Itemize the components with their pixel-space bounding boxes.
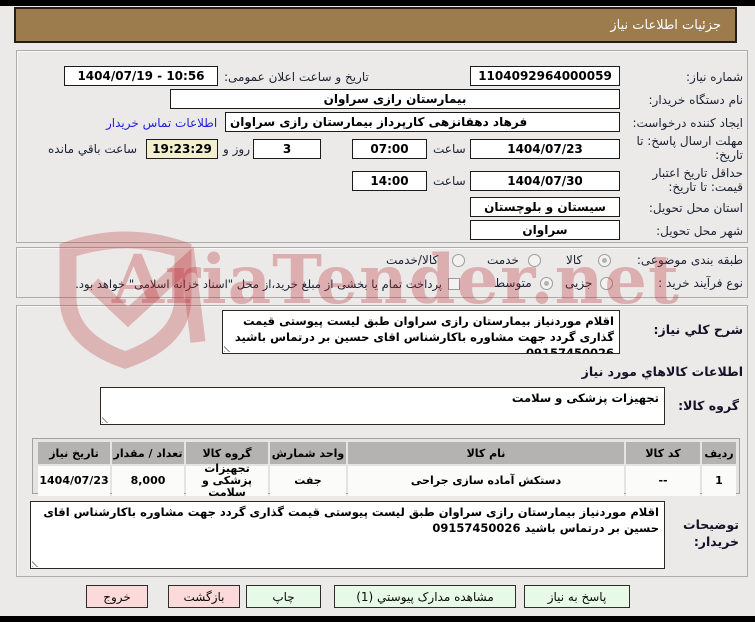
goods-group-text: تجهیزات پزشکی و سلامت [511, 391, 659, 405]
resize-handle-icon[interactable] [32, 558, 41, 567]
cell-group: تجهیزات پزشکی و سلامت [186, 463, 268, 499]
col-header-item-name: نام کالا [348, 442, 624, 464]
col-header-unit: واحد شمارش [270, 442, 346, 464]
province-label: استان محل تحویل: [648, 201, 743, 215]
buyer-notes-text: اقلام موردنیاز بیمارستان رازی سراوان طبق… [43, 505, 659, 535]
treasury-note: پرداخت تمام یا بخشی از مبلغ خرید،از محل … [75, 277, 442, 291]
top-window-strip [0, 0, 755, 6]
validity-time-field[interactable]: 14:00 [352, 171, 427, 191]
radio-medium-label: متوسط [494, 276, 532, 290]
page-title: جزئیات اطلاعات نیاز [14, 7, 737, 43]
subject-classification-label: طبقه بندی موضوعی: [636, 253, 743, 267]
goods-info-header: اطلاعات كالاهاي مورد نياز [581, 364, 743, 379]
buyer-org-field[interactable]: بیمارستان رازی سراوان [170, 89, 620, 109]
cell-quantity: 8,000 [112, 466, 184, 496]
goods-group-label: گروه کالا: [678, 398, 739, 413]
buyer-notes-textarea[interactable]: اقلام موردنیاز بیمارستان رازی سراوان طبق… [30, 501, 665, 569]
province-field[interactable]: سیستان و بلوچستان [470, 197, 620, 217]
cell-item-code: -- [626, 466, 700, 496]
back-button[interactable]: بازگشت [168, 585, 240, 608]
city-label: شهر محل تحویل: [656, 224, 743, 238]
radio-goods-label: کالا [566, 253, 583, 267]
cell-row-number: 1 [702, 466, 736, 496]
col-header-row-number: ردیف [702, 442, 736, 464]
remaining-suffix-label: ساعت باقي مانده [48, 142, 138, 156]
resize-handle-icon[interactable] [224, 343, 233, 352]
radio-minor[interactable] [600, 277, 613, 290]
goods-table: ردیف کد کالا نام کالا واحد شمارش گروه کا… [32, 438, 740, 499]
radio-service-label: خدمت [487, 253, 519, 267]
deadline-time-field[interactable]: 07:00 [352, 139, 427, 159]
radio-goods-service[interactable] [452, 254, 465, 267]
treasury-checkbox[interactable] [448, 278, 460, 290]
city-field[interactable]: سراوان [470, 220, 620, 240]
bottom-window-strip [0, 616, 755, 622]
deadline-date-field[interactable]: 1404/07/23 [470, 139, 620, 159]
radio-goods-service-label: کالا/خدمت [386, 253, 439, 267]
need-number-label: شماره نیاز: [686, 70, 743, 84]
buyer-contact-link[interactable]: اطلاعات تماس خریدار [106, 116, 217, 130]
col-header-group: گروه کالا [186, 442, 268, 464]
resize-handle-icon[interactable] [102, 414, 111, 423]
validity-hour-label: ساعت [433, 174, 466, 188]
remaining-countdown-field: 19:23:29 [146, 139, 218, 159]
creator-label: ایجاد کننده درخواست: [632, 116, 743, 130]
col-header-item-code: کد کالا [626, 442, 700, 464]
buyer-org-label: نام دستگاه خریدار: [648, 93, 744, 107]
goods-group-box[interactable]: تجهیزات پزشکی و سلامت [100, 387, 665, 425]
cell-unit: جفت [270, 466, 346, 496]
radio-medium[interactable] [540, 277, 553, 290]
cell-item-name: دستکش آماده سازی جراحی [348, 466, 624, 496]
purchase-process-label: نوع فرآیند خرید : [658, 276, 743, 290]
deadline-hour-label: ساعت [433, 142, 466, 156]
response-deadline-label: مهلت ارسال پاسخ: تا تاریخ: [636, 134, 743, 162]
radio-minor-label: جزیی [565, 276, 593, 290]
col-header-need-date: تاریخ نیاز [38, 442, 110, 464]
validity-date-field[interactable]: 1404/07/30 [470, 171, 620, 191]
need-description-label: شرح كلي نياز: [653, 322, 743, 337]
respond-to-need-button[interactable]: پاسخ به نیاز [524, 585, 630, 608]
announce-datetime-field[interactable]: 1404/07/19 - 10:56 [64, 66, 218, 86]
cell-need-date: 1404/07/23 [38, 466, 110, 496]
buyer-notes-label: توضیحات خریدار: [683, 517, 739, 549]
need-number-field[interactable]: 1104092964000059 [470, 66, 620, 86]
radio-service[interactable] [528, 254, 541, 267]
view-attached-docs-button[interactable]: مشاهده مدارک پیوستي (1) [334, 585, 516, 608]
remaining-days-field[interactable]: 3 [253, 139, 321, 159]
print-button[interactable]: چاپ [246, 585, 321, 608]
creator-field[interactable]: فرهاد دهقانزهی کارپرداز بیمارستان رازی س… [225, 112, 620, 132]
price-validity-label: حداقل تاریخ اعتبار قیمت: تا تاریخ: [652, 166, 743, 194]
col-header-quantity: تعداد / مقدار [112, 442, 184, 464]
exit-button[interactable]: خروج [86, 585, 148, 608]
remaining-days-suffix: روز و [223, 142, 250, 156]
announce-datetime-label: تاریخ و ساعت اعلان عمومی: [224, 70, 369, 84]
need-description-text: اقلام موردنیاز بیمارستان رازی سراوان طبق… [234, 314, 614, 354]
radio-goods[interactable] [598, 254, 611, 267]
need-description-textarea[interactable]: اقلام موردنیاز بیمارستان رازی سراوان طبق… [222, 310, 620, 354]
